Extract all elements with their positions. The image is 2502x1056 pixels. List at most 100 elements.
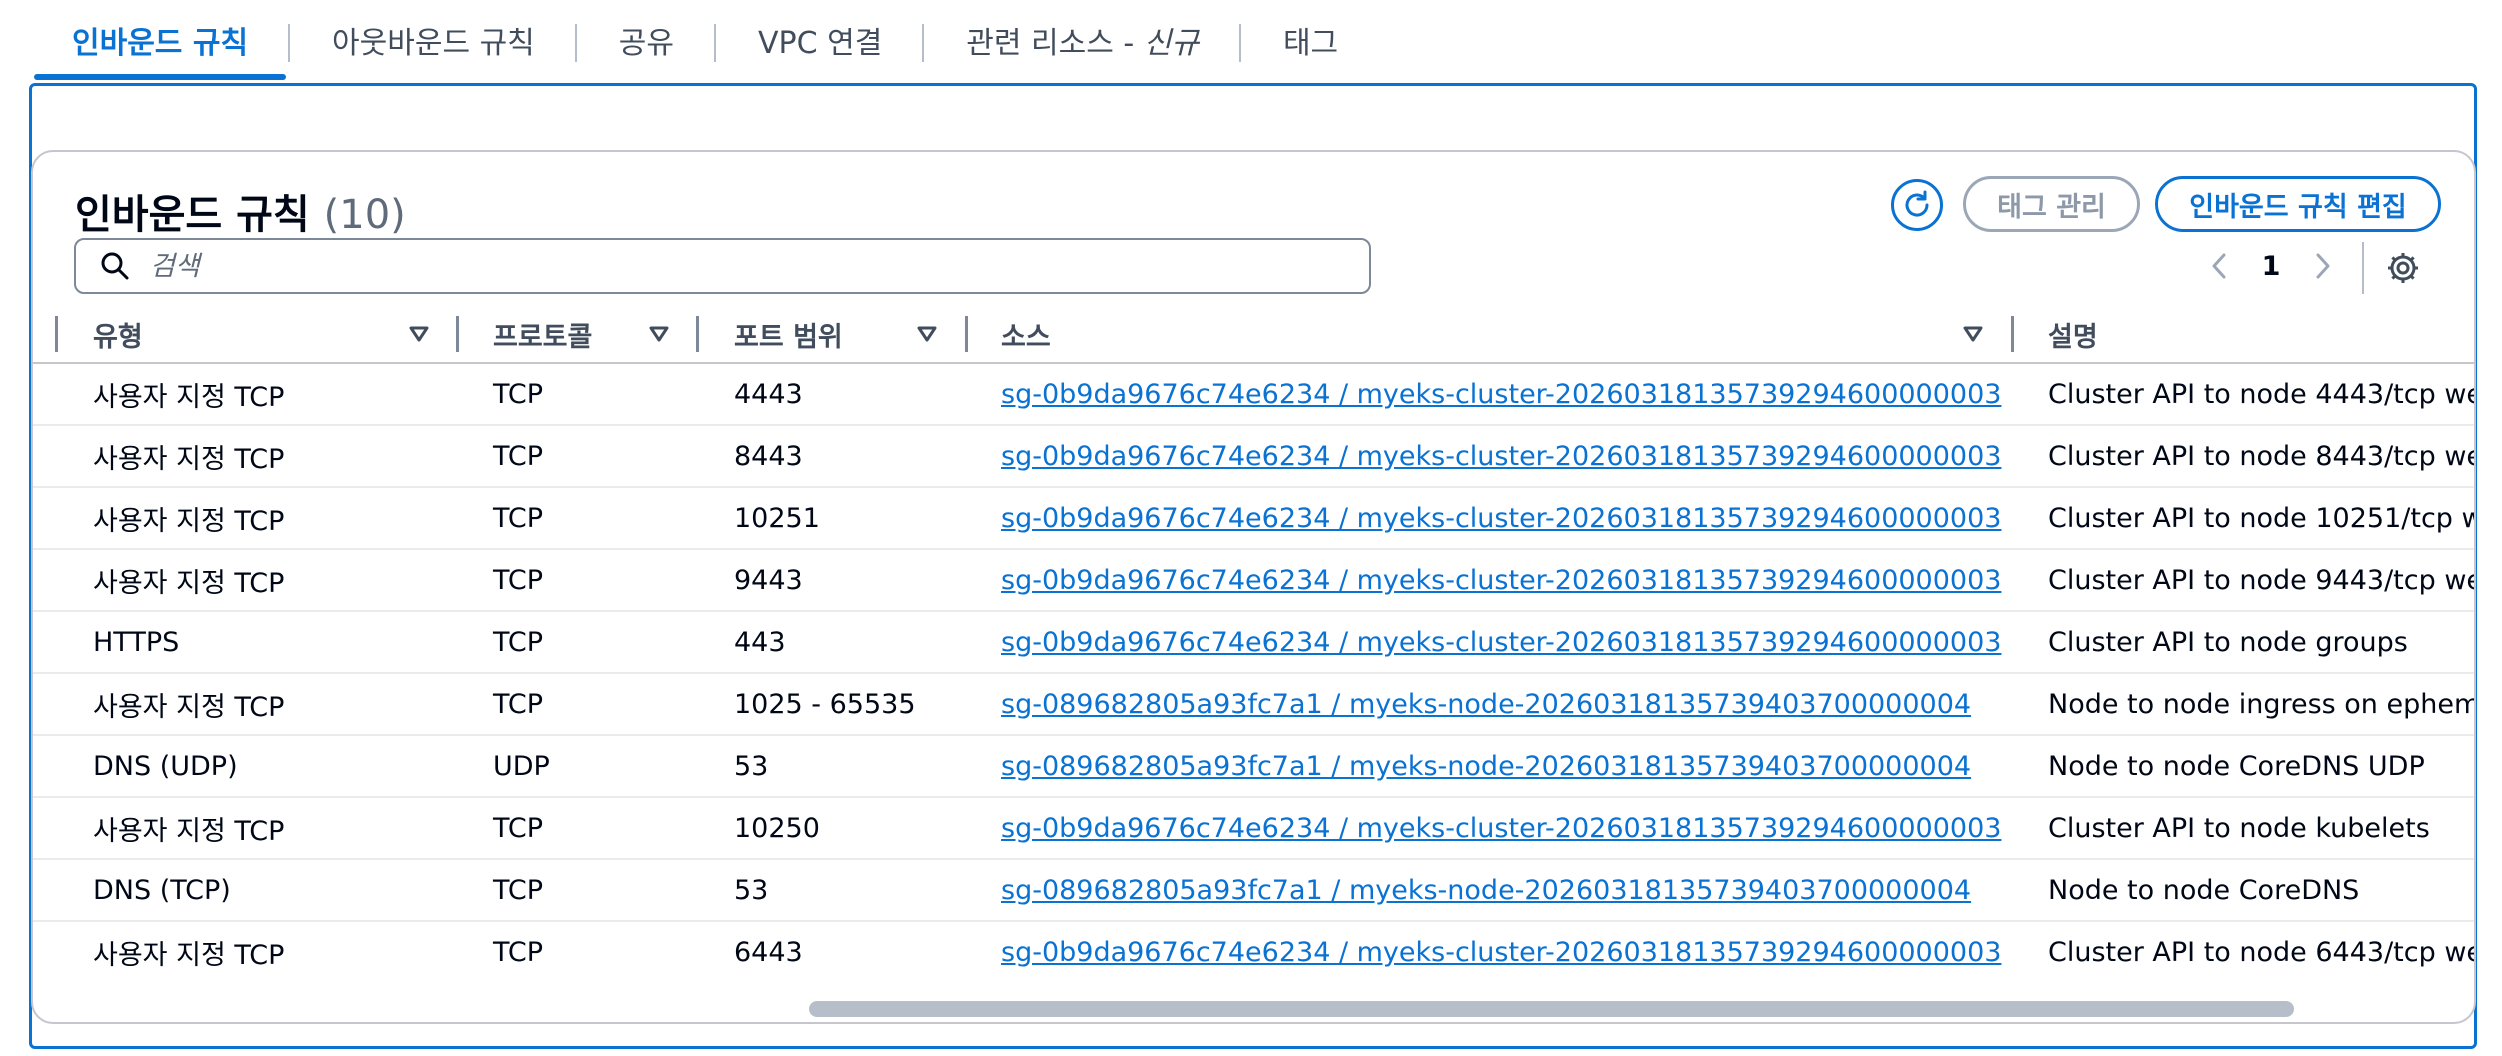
pager-divider (2362, 242, 2364, 294)
cell-protocol: TCP (493, 378, 544, 410)
source-link[interactable]: sg-0b9da9676c74e6234 / myeks-cluster-202… (1001, 937, 2001, 968)
column-divider[interactable] (456, 316, 459, 352)
source-link[interactable]: sg-0b9da9676c74e6234 / myeks-cluster-202… (1001, 441, 2001, 472)
cell-description: Cluster API to node 4443/tcp web (2048, 378, 2476, 410)
column-divider[interactable] (965, 316, 968, 352)
tab-tags[interactable]: 태그 (1241, 0, 1380, 80)
column-divider[interactable] (696, 316, 699, 352)
column-header-type[interactable]: 유형 (93, 306, 143, 362)
tab-label: 공유 (618, 26, 674, 61)
scrollbar-thumb[interactable] (809, 1001, 2294, 1017)
cell-source: sg-0b9da9676c74e6234 / myeks-cluster-202… (1001, 550, 2001, 610)
column-header-protocol[interactable]: 프로토콜 (493, 306, 592, 362)
source-link[interactable]: sg-089682805a93fc7a1 / myeks-node-202603… (1001, 751, 1971, 782)
horizontal-scrollbar[interactable] (33, 995, 2474, 1022)
search-box (74, 238, 1371, 294)
cell-type: DNS (UDP) (93, 750, 238, 782)
cell-description: Node to node ingress on ephemera (2048, 688, 2474, 720)
cell-port-range: 4443 (734, 378, 803, 410)
cell-protocol: TCP (493, 564, 544, 596)
source-link[interactable]: sg-0b9da9676c74e6234 / myeks-cluster-202… (1001, 813, 2001, 844)
cell-source: sg-0b9da9676c74e6234 / myeks-cluster-202… (1001, 798, 2001, 858)
source-link[interactable]: sg-089682805a93fc7a1 / myeks-node-202603… (1001, 689, 1971, 720)
cell-protocol: TCP (493, 874, 544, 906)
table-row: 사용자 지정 TCP TCP 10251 sg-0b9da9676c74e623… (33, 488, 2474, 550)
sort-caret-icon[interactable] (405, 320, 433, 348)
column-header-port-range[interactable]: 포트 범위 (734, 306, 843, 362)
new-badge: 신규 (1143, 26, 1199, 61)
source-link[interactable]: sg-0b9da9676c74e6234 / myeks-cluster-202… (1001, 379, 2001, 410)
cell-source: sg-0b9da9676c74e6234 / myeks-cluster-202… (1001, 922, 2001, 982)
table-header: 유형 프로토콜 포트 범위 소스 설명 (33, 306, 2474, 364)
manage-tags-button[interactable]: 태그 관리 (1963, 176, 2140, 232)
cell-port-range: 53 (734, 874, 769, 906)
tab-outbound-rules[interactable]: 아웃바운드 규칙 (290, 0, 577, 80)
column-header-source[interactable]: 소스 (1001, 306, 1051, 362)
tab-sharing[interactable]: 공유 (577, 0, 716, 80)
table-row: HTTPS TCP 443 sg-0b9da9676c74e6234 / mye… (33, 612, 2474, 674)
inbound-rules-card: 인바운드 규칙 (10) 태그 관리 인바운드 규칙 편집 1 (31, 150, 2476, 1024)
cell-protocol: TCP (493, 688, 544, 720)
column-divider[interactable] (2011, 316, 2014, 352)
cell-port-range: 1025 - 65535 (734, 688, 916, 720)
table-body: 사용자 지정 TCP TCP 4443 sg-0b9da9676c74e6234… (33, 364, 2476, 984)
preferences-button[interactable] (2383, 248, 2423, 288)
cell-port-range: 443 (734, 626, 786, 658)
sort-caret-icon[interactable] (1959, 320, 1987, 348)
search-icon (101, 252, 129, 280)
column-header-description[interactable]: 설명 (2048, 306, 2098, 362)
cell-description: Cluster API to node 6443/tcp web (2048, 936, 2476, 968)
cell-protocol: TCP (493, 936, 544, 968)
next-page-button[interactable] (2303, 246, 2343, 286)
gear-icon (2388, 253, 2418, 283)
table-row: 사용자 지정 TCP TCP 10250 sg-0b9da9676c74e623… (33, 798, 2474, 860)
source-link[interactable]: sg-0b9da9676c74e6234 / myeks-cluster-202… (1001, 565, 2001, 596)
tab-inbound-rules[interactable]: 인바운드 규칙 (30, 0, 291, 80)
source-link[interactable]: sg-0b9da9676c74e6234 / myeks-cluster-202… (1001, 503, 2001, 534)
source-link[interactable]: sg-0b9da9676c74e6234 / myeks-cluster-202… (1001, 627, 2001, 658)
cell-port-range: 10250 (734, 812, 820, 844)
cell-type: 사용자 지정 TCP (93, 443, 285, 475)
tab-bar: 인바운드 규칙 아웃바운드 규칙 공유 VPC 연결 관련 리소스 - 신규 태… (30, 0, 1380, 80)
sort-caret-icon[interactable] (913, 320, 941, 348)
cell-port-range: 10251 (734, 502, 820, 534)
search-input[interactable] (148, 249, 1302, 283)
tab-vpc-associations[interactable]: VPC 연결 (716, 0, 925, 80)
prev-page-button[interactable] (2199, 246, 2239, 286)
cell-protocol: UDP (493, 750, 550, 782)
cell-type: 사용자 지정 TCP (93, 815, 285, 847)
tab-label: 태그 (1282, 26, 1339, 61)
tab-label: 관련 리소스 - (966, 26, 1144, 61)
card-title-text: 인바운드 규칙 (75, 192, 310, 238)
tab-label: 인바운드 규칙 (72, 26, 249, 61)
source-link[interactable]: sg-089682805a93fc7a1 / myeks-node-202603… (1001, 875, 1971, 906)
table-row: 사용자 지정 TCP TCP 6443 sg-0b9da9676c74e6234… (33, 922, 2476, 984)
cell-type: DNS (TCP) (93, 874, 231, 906)
cell-description: Cluster API to node groups (2048, 626, 2408, 658)
table-row: 사용자 지정 TCP TCP 8443 sg-0b9da9676c74e6234… (33, 426, 2476, 488)
refresh-button[interactable] (1891, 179, 1943, 231)
cell-protocol: TCP (493, 812, 544, 844)
cell-description: Cluster API to node kubelets (2048, 812, 2430, 844)
cell-port-range: 8443 (734, 440, 803, 472)
cell-type: 사용자 지정 TCP (93, 381, 285, 413)
cell-description: Cluster API to node 8443/tcp web (2048, 440, 2476, 472)
cell-protocol: TCP (493, 626, 544, 658)
edit-inbound-rules-button[interactable]: 인바운드 규칙 편집 (2155, 176, 2441, 232)
table-row: 사용자 지정 TCP TCP 9443 sg-0b9da9676c74e6234… (33, 550, 2474, 612)
cell-type: 사용자 지정 TCP (93, 567, 285, 599)
cell-port-range: 53 (734, 750, 769, 782)
sort-caret-icon[interactable] (645, 320, 673, 348)
current-page[interactable]: 1 (2239, 251, 2303, 282)
table-row: 사용자 지정 TCP TCP 4443 sg-0b9da9676c74e6234… (33, 364, 2476, 426)
cell-source: sg-0b9da9676c74e6234 / myeks-cluster-202… (1001, 364, 2001, 424)
cell-type: 사용자 지정 TCP (93, 505, 285, 537)
table-row: 사용자 지정 TCP TCP 1025 - 65535 sg-089682805… (33, 674, 2474, 736)
card-title: 인바운드 규칙 (10) (75, 182, 406, 240)
table-row: DNS (UDP) UDP 53 sg-089682805a93fc7a1 / … (33, 736, 2474, 798)
cell-protocol: TCP (493, 502, 544, 534)
refresh-icon (1905, 190, 1929, 217)
cell-port-range: 9443 (734, 564, 803, 596)
cell-port-range: 6443 (734, 936, 803, 968)
tab-related-resources[interactable]: 관련 리소스 - 신규 (924, 0, 1241, 80)
